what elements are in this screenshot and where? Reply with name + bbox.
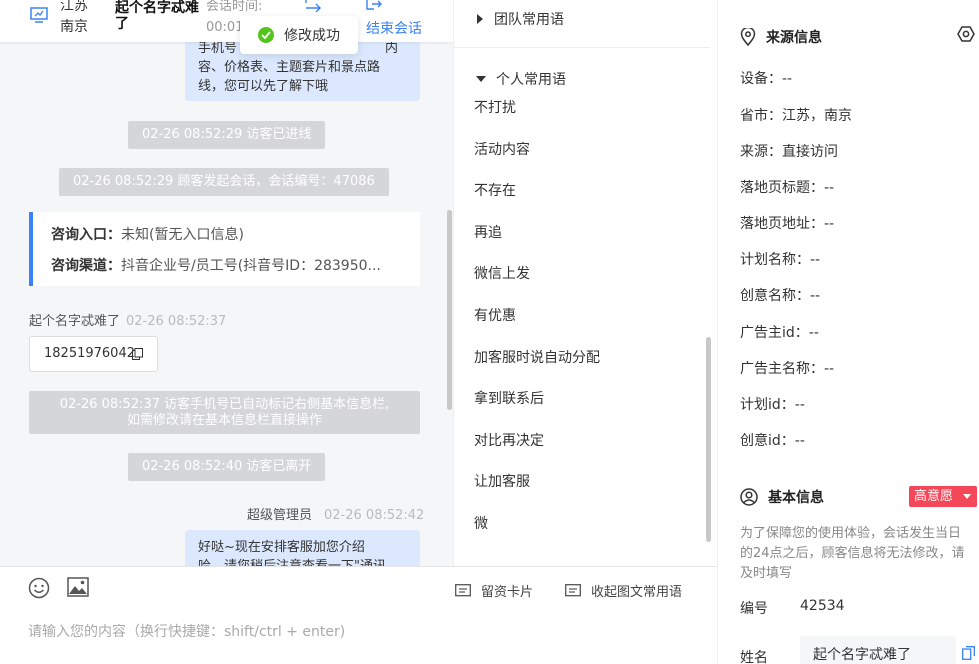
phrase-item[interactable]: 微信上发 (474, 263, 530, 283)
system-message-line: 如需修改请在基本信息栏直接操作 (126, 413, 322, 428)
name-label: 姓名 (740, 650, 768, 664)
team-phrases-label: 团队常用语 (494, 12, 564, 28)
source-row-region: 省市：江苏，南京 (740, 108, 852, 124)
system-message-line: 02-26 08:52:37 访客手机号已自动标记右侧基本信息栏, (59, 397, 390, 412)
lead-card-label: 留资卡片 (481, 585, 534, 600)
copy-icon[interactable] (132, 348, 143, 360)
bubble-line: 容、价格表、主题套片和景点路 (198, 60, 381, 75)
source-row-landing-url: 落地页地址：-- (740, 216, 835, 232)
phrase-item[interactable]: 有优惠 (474, 305, 516, 325)
exit-icon[interactable] (366, 0, 382, 11)
phone-number: 18251976042 (44, 346, 135, 361)
phrase-item[interactable]: 让加客服 (474, 471, 530, 491)
source-row-plan-name: 计划名称：-- (740, 252, 821, 268)
success-check-icon (258, 27, 274, 43)
end-session-button[interactable]: 结束会话 (366, 18, 422, 38)
source-info-title: 来源信息 (740, 27, 822, 47)
name-field[interactable]: 起个名字忒难了 (800, 636, 956, 664)
caret-down-icon (476, 76, 486, 82)
quick-phrases-panel: 团队常用语 个人常用语 不打扰 活动内容 不存在 再追 微信上发 有优惠 加客服… (453, 0, 717, 566)
team-phrases-group[interactable]: 团队常用语 (476, 9, 564, 29)
entry-label: 咨询入口： (51, 227, 121, 243)
divider (454, 47, 710, 48)
message-input[interactable]: 请输入您的内容（换行快捷键：shift/ctrl + enter) (28, 621, 345, 641)
source-row-device: 设备：-- (740, 71, 793, 87)
entry-value: 未知(暂无入口信息) (121, 227, 244, 243)
settings-icon[interactable] (957, 26, 975, 42)
edit-deadline-note: 为了保障您的使用体验，会话发生当日的24点之后，顾客信息将无法修改，请及时填写 (740, 526, 965, 581)
bubble-line: 哈，请您稍后注意查看一下"通讯 (198, 557, 407, 566)
channel-label: 咨询渠道： (51, 258, 121, 274)
message-time: 02-26 08:52:42 (324, 508, 425, 523)
phrase-item[interactable]: 再追 (474, 222, 502, 242)
bubble-line: 好哒~现在安排客服加您介绍 (198, 540, 365, 555)
personal-phrases-group[interactable]: 个人常用语 (476, 69, 566, 89)
phrase-item[interactable]: 不打扰 (474, 97, 516, 117)
intent-dropdown[interactable]: 高意愿 (909, 486, 977, 507)
copy-icon[interactable] (962, 646, 975, 660)
phrases-scrollbar[interactable] (706, 337, 711, 542)
source-info-label: 来源信息 (766, 30, 822, 46)
source-row-landing-title: 落地页标题：-- (740, 180, 835, 196)
phrase-item[interactable]: 微 (474, 513, 488, 533)
system-message: 02-26 08:52:29 顾客发起会话，会话编号：47086 (59, 168, 389, 196)
message-composer: 留资卡片 收起图文常用语 请输入您的内容（换行快捷键：shift/ctrl + … (0, 566, 717, 664)
phrase-item[interactable]: 不存在 (474, 180, 516, 200)
visitor-name: 起个名字忒难了 (29, 314, 121, 329)
user-circle-icon (740, 488, 758, 506)
consult-info-card: 咨询入口：未知(暂无入口信息) 咨询渠道：抖音企业号/员工号(抖音号ID：283… (29, 212, 420, 286)
source-row-source: 来源：直接访问 (740, 144, 838, 160)
success-toast: 修改成功 (240, 16, 358, 54)
visitor-name-header: 起个名字忒难了 (115, 0, 199, 32)
chat-messages[interactable]: 手机号 容、价格表、主题套片和景点路 线，您可以先了解下哦 内 02-26 08… (0, 0, 453, 566)
chat-scrollbar[interactable] (447, 210, 452, 410)
phrase-item[interactable]: 对比再决定 (474, 430, 544, 450)
toast-text: 修改成功 (284, 28, 340, 44)
collapse-phrases-button[interactable]: 收起图文常用语 (565, 581, 682, 600)
phrase-item[interactable]: 拿到联系后 (474, 388, 544, 408)
collapse-phrases-label: 收起图文常用语 (591, 585, 683, 600)
visitor-info-panel: 来源信息 设备：-- 省市：江苏，南京 来源：直接访问 落地页标题：-- 落地页… (717, 0, 979, 664)
visitor-location: 江苏 南京 (60, 0, 88, 38)
source-row-plan-id: 计划id：-- (740, 397, 805, 413)
basic-info-label: 基本信息 (768, 490, 824, 506)
monitor-icon (30, 7, 48, 23)
card-icon (455, 583, 471, 596)
source-row-creative-name: 创意名称：-- (740, 288, 821, 304)
bubble-line: 线，您可以先了解下哦 (198, 79, 329, 94)
system-message: 02-26 08:52:37 访客手机号已自动标记右侧基本信息栏, 如需修改请在… (29, 391, 420, 434)
source-row-creative-id: 创意id：-- (740, 433, 805, 449)
image-icon[interactable] (67, 577, 89, 597)
system-message: 02-26 08:52:40 访客已离开 (128, 453, 326, 481)
session-time-label: 会话时间: (206, 0, 263, 14)
caret-right-icon (477, 14, 483, 24)
visitor-message-meta: 起个名字忒难了 02-26 08:52:37 (29, 310, 226, 329)
basic-info-title: 基本信息 (740, 487, 824, 507)
agent-message-bubble: 好哒~现在安排客服加您介绍 哈，请您稍后注意查看一下"通讯 (185, 530, 420, 566)
source-row-advertiser-id: 广告主id：-- (740, 325, 819, 341)
source-row-advertiser-name: 广告主名称：-- (740, 361, 835, 377)
location-pin-icon (740, 28, 756, 46)
lead-card-button[interactable]: 留资卡片 (455, 581, 533, 600)
visitor-province: 江苏 (60, 0, 88, 14)
phrases-icon (565, 583, 581, 596)
agent-message-meta: 超级管理员 02-26 08:52:42 (247, 504, 424, 523)
channel-value: 抖音企业号/员工号(抖音号ID：283950... (121, 258, 381, 274)
message-time: 02-26 08:52:37 (126, 314, 227, 329)
phrase-item[interactable]: 加客服时说自动分配 (474, 347, 600, 367)
phrase-item[interactable]: 活动内容 (474, 139, 530, 159)
transfer-icon[interactable] (305, 0, 321, 12)
personal-phrases-label: 个人常用语 (496, 72, 566, 88)
visitor-phone-message[interactable]: 18251976042 (29, 336, 158, 372)
id-label: 编号 (740, 601, 768, 617)
agent-name: 超级管理员 (247, 508, 313, 523)
chat-panel: 手机号 容、价格表、主题套片和景点路 线，您可以先了解下哦 内 02-26 08… (0, 0, 453, 566)
emoji-icon[interactable] (28, 577, 50, 599)
visitor-city: 南京 (60, 19, 88, 35)
session-header: 江苏 南京 起个名字忒难了 会话时间: 00:01 结束会话 (0, 0, 453, 42)
id-value: 42534 (800, 598, 845, 614)
system-message: 02-26 08:52:29 访客已进线 (128, 121, 326, 149)
